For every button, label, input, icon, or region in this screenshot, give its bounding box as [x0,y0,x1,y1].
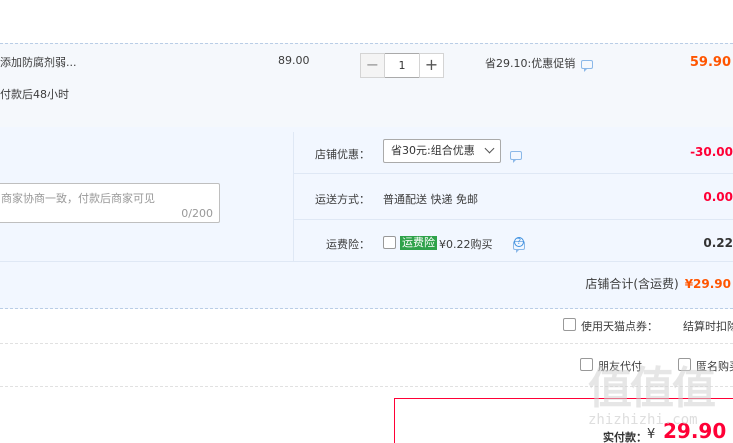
quantity-stepper: − 1 + [360,53,444,78]
delivery-note: 付款后48小时 [0,88,69,101]
row-divider [0,343,733,344]
quantity-input[interactable]: 1 [385,53,419,78]
item-subtotal: 59.90 [689,55,731,70]
payment-currency: ¥ [647,427,656,442]
insurance-value: 0.22 [703,236,733,250]
payment-label: 实付款： [603,431,647,443]
help-icon[interactable]: ? [514,237,524,247]
row-divider [0,261,733,262]
insurance-label: 运费险： [326,238,370,251]
coupon-status: 结算时扣除 [683,320,733,333]
increase-quantity-button[interactable]: + [419,53,444,78]
chat-icon[interactable] [510,150,522,163]
unit-price: 89.00 [278,54,310,67]
shop-summary-panel: 商家协商一致，付款后商家可见 0/200 店铺优惠： 省30元:组合优惠 -30… [0,127,733,309]
column-divider [293,132,294,261]
row-divider [293,173,733,174]
coupon-label: 使用天猫点券： [581,320,658,333]
shop-total: 店铺合计(含运费) ¥29.90 [585,275,731,292]
order-item-row: 添加防腐剂弱... 付款后48小时 89.00 − 1 + 省29.10:优惠促… [0,43,733,127]
shop-discount-value: -30.00 [690,145,733,159]
shop-discount-select[interactable]: 省30元:组合优惠 [383,139,501,163]
shop-discount-label: 店铺优惠： [315,148,370,161]
row-divider [293,219,733,220]
insurance-tag: 运费险 [400,236,437,250]
insurance-checkbox[interactable] [383,236,396,249]
shipping-method: 普通配送 快递 免邮 [383,193,478,206]
chat-icon[interactable] [581,59,594,72]
watermark-site: zhizhizhi.com [588,412,698,428]
buyer-memo-textarea[interactable]: 商家协商一致，付款后商家可见 0/200 [0,183,220,223]
decrease-quantity-button[interactable]: − [360,53,385,78]
watermark-logo: 值值值 [588,363,716,414]
shipping-label: 运送方式： [315,193,370,206]
promo-text: 省29.10:优惠促销 [485,57,576,70]
shop-total-value: ¥29.90 [684,277,731,291]
shipping-value: 0.00 [703,190,733,204]
memo-placeholder: 商家协商一致，付款后商家可见 [1,192,155,205]
chevron-down-icon [484,143,495,154]
insurance-price: ¥0.22购买 [439,238,493,251]
item-title[interactable]: 添加防腐剂弱... [0,54,77,70]
shop-total-label: 店铺合计(含运费) [585,277,679,291]
shop-discount-selected: 省30元:组合优惠 [391,144,475,157]
coupon-checkbox[interactable] [563,318,576,331]
promo-info: 省29.10:优惠促销 [485,55,594,72]
memo-char-count: 0/200 [181,207,213,220]
